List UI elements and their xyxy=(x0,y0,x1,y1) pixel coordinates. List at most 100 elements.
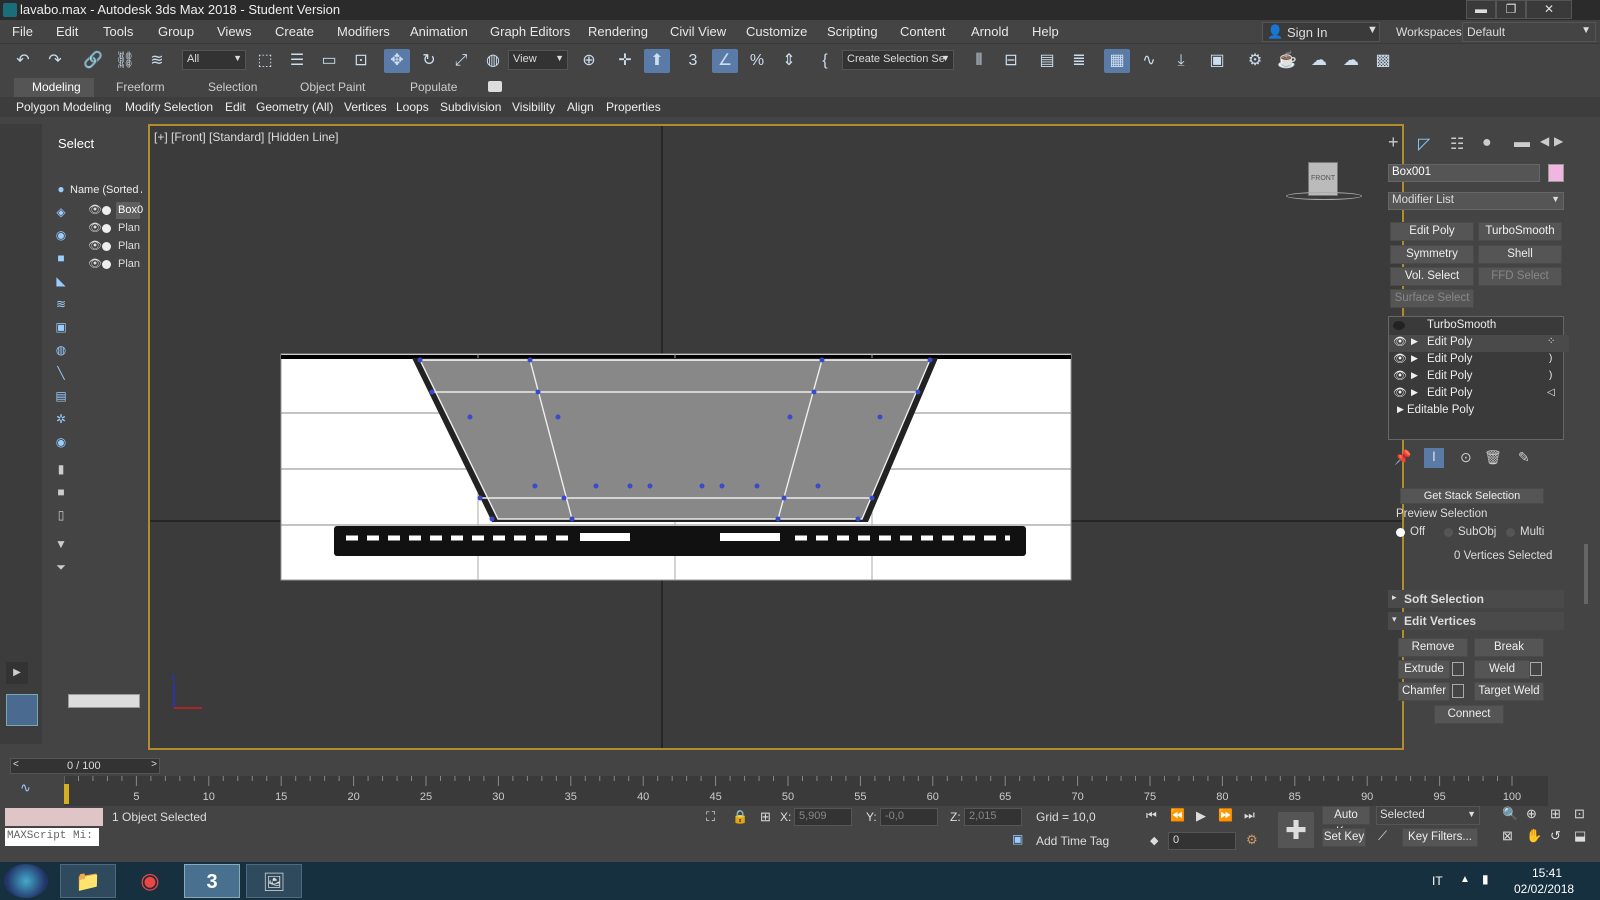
selection-set-dropdown[interactable]: Create Selection Se ▼ xyxy=(842,50,954,70)
material-editor-icon[interactable]: ▣ xyxy=(1204,49,1230,73)
snaps-icon[interactable]: 3 xyxy=(680,49,706,73)
signin-button[interactable]: 👤 Sign In ▼ xyxy=(1262,22,1380,42)
panel-loops[interactable]: Loops xyxy=(396,100,429,114)
field-of-view-icon[interactable]: ⊠ xyxy=(1502,828,1513,844)
stack-item-edit-poly[interactable]: 👁 ▶ Edit Poly ) xyxy=(1389,352,1569,369)
name-column-header[interactable]: Name (Sorted A xyxy=(70,184,142,196)
chrome-icon[interactable]: ◉ xyxy=(122,864,178,898)
next-frame-icon[interactable]: > xyxy=(151,759,157,770)
rect-selection-icon[interactable]: ▭ xyxy=(316,49,342,73)
y-coord-field[interactable]: -0,0 xyxy=(880,808,938,826)
stack-item-edit-poly[interactable]: 👁 ▶ Edit Poly ) xyxy=(1389,369,1569,386)
eye-icon[interactable]: 👁 xyxy=(1393,369,1407,382)
curve-editor-icon[interactable]: ∿ xyxy=(1136,49,1162,73)
display-tab-icon[interactable]: ▬ xyxy=(1514,134,1530,152)
render-frame-icon[interactable]: ☕ xyxy=(1274,49,1300,73)
tab-selection[interactable]: Selection xyxy=(208,80,257,94)
angle-snap-icon[interactable]: ∠ xyxy=(712,49,738,73)
settings-icon[interactable] xyxy=(1452,684,1464,698)
prev-frame-icon[interactable]: < xyxy=(13,759,19,770)
menu-rendering[interactable]: Rendering xyxy=(588,24,648,39)
break-button[interactable]: Break xyxy=(1474,638,1544,657)
ribbon-toggle-icon[interactable]: ≣ xyxy=(1066,49,1092,73)
motion-tab-icon[interactable]: ● xyxy=(1482,134,1492,152)
radio-off[interactable] xyxy=(1396,528,1405,537)
stack-item-editable-poly[interactable]: ▶ Editable Poly xyxy=(1389,403,1569,420)
menu-modifiers[interactable]: Modifiers xyxy=(337,24,390,39)
curve-editor-mini-icon[interactable]: ∿ xyxy=(20,780,31,796)
scene-explorer-icon[interactable]: ▦ xyxy=(1104,49,1130,73)
expand-panel-icon[interactable]: ▶ xyxy=(6,662,28,684)
trash-icon[interactable]: 🗑 xyxy=(1484,449,1502,466)
tab-object-paint[interactable]: Object Paint xyxy=(300,80,365,94)
mod-shell-button[interactable]: Shell xyxy=(1478,245,1562,264)
helper-filter-icon[interactable]: ◣ xyxy=(53,274,69,290)
workspaces-dropdown[interactable]: Default ▼ xyxy=(1462,22,1596,42)
layer-toggle-icon[interactable] xyxy=(6,694,38,726)
window-crossing-icon[interactable]: ⊡ xyxy=(348,49,374,73)
set-key-button[interactable]: Set Key xyxy=(1322,828,1366,847)
current-frame-field[interactable]: 0 xyxy=(1168,832,1236,850)
viewcube[interactable]: FRONT xyxy=(1308,162,1338,196)
tab-freeform[interactable]: Freeform xyxy=(116,80,165,94)
menu-arnold[interactable]: Arnold xyxy=(971,24,1009,39)
expand-icon[interactable]: ▶ xyxy=(1411,336,1418,347)
auto-key-button[interactable]: Auto Key xyxy=(1322,806,1370,838)
move-icon[interactable]: ✥ xyxy=(384,49,410,73)
tab-modeling[interactable]: Modeling xyxy=(14,78,94,97)
camera-filter-icon[interactable]: ■ xyxy=(53,251,69,267)
go-to-start-icon[interactable]: ⏮ xyxy=(1146,808,1157,823)
display-invert-icon[interactable]: ▯ xyxy=(53,508,69,524)
connect-button[interactable]: Connect xyxy=(1434,705,1504,724)
redo-icon[interactable]: ↷ xyxy=(42,49,68,73)
hierarchy-tab-icon[interactable]: ☷ xyxy=(1450,134,1464,154)
soft-selection-rollout[interactable]: ▸ Soft Selection xyxy=(1388,590,1564,608)
maxscript-listener[interactable] xyxy=(5,808,103,826)
ribbon-options-icon[interactable] xyxy=(488,81,502,92)
radio-subobj[interactable] xyxy=(1444,528,1453,537)
time-slider[interactable]: < 0 / 100 > xyxy=(10,758,160,774)
eye-icon[interactable]: 👁 xyxy=(88,203,102,216)
panel-geometry[interactable]: Geometry (All) xyxy=(256,100,333,114)
eye-icon[interactable]: 👁 xyxy=(88,221,102,234)
geometry-filter-icon[interactable]: ● xyxy=(53,182,69,198)
menu-graph-editors[interactable]: Graph Editors xyxy=(490,24,570,39)
light-filter-icon[interactable]: ◉ xyxy=(53,228,69,244)
link-icon[interactable]: 🔗 xyxy=(80,49,106,73)
create-tab-icon[interactable]: + xyxy=(1388,132,1399,153)
time-slider-marker[interactable] xyxy=(64,784,69,804)
panel-polygon-modeling[interactable]: Polygon Modeling xyxy=(16,100,111,114)
menu-customize[interactable]: Customize xyxy=(746,24,807,39)
menu-content[interactable]: Content xyxy=(900,24,946,39)
unlink-icon[interactable]: ⛓ xyxy=(112,49,138,73)
display-all-icon[interactable]: ▮ xyxy=(53,462,69,478)
scene-h-scrollbar[interactable] xyxy=(68,694,140,708)
menu-edit[interactable]: Edit xyxy=(56,24,78,39)
expand-icon[interactable]: ▶ xyxy=(1411,353,1418,364)
minimize-button[interactable]: ▬ xyxy=(1466,0,1496,19)
zoom-all-icon[interactable]: ⊕ xyxy=(1526,806,1537,822)
close-button[interactable]: ✕ xyxy=(1526,0,1572,19)
edit-named-sel-icon[interactable]: { xyxy=(812,49,838,73)
prev-key-icon[interactable]: ⏪ xyxy=(1170,808,1185,822)
list-item[interactable]: 👁 Plan xyxy=(88,256,144,274)
configure-sets-icon[interactable]: ✎ xyxy=(1518,449,1530,466)
mod-symmetry-button[interactable]: Symmetry xyxy=(1390,245,1474,264)
mirror-icon[interactable]: ⫴ xyxy=(966,49,992,73)
frozen-filter-icon[interactable]: ✲ xyxy=(53,412,69,428)
menu-tools[interactable]: Tools xyxy=(103,24,133,39)
zoom-extents-icon[interactable]: ⊞ xyxy=(1550,806,1561,822)
expand-icon[interactable]: ▶ xyxy=(1411,387,1418,398)
panel-scrollbar[interactable] xyxy=(1584,544,1588,604)
object-color-swatch[interactable] xyxy=(1548,164,1564,182)
eye-icon[interactable]: 👁 xyxy=(1393,335,1407,348)
manipulate-icon[interactable]: ✛ xyxy=(612,49,638,73)
target-weld-button[interactable]: Target Weld xyxy=(1474,682,1544,701)
ref-coord-dropdown[interactable]: View ▼ xyxy=(508,50,568,70)
panel-properties[interactable]: Properties xyxy=(606,100,661,114)
radio-multi[interactable] xyxy=(1506,528,1515,537)
undo-icon[interactable]: ↶ xyxy=(10,49,36,73)
tray-arrow-icon[interactable]: ▲ xyxy=(1460,874,1470,885)
chamfer-button[interactable]: Chamfer xyxy=(1398,682,1450,701)
hidden-filter-icon[interactable]: ◉ xyxy=(53,435,69,451)
